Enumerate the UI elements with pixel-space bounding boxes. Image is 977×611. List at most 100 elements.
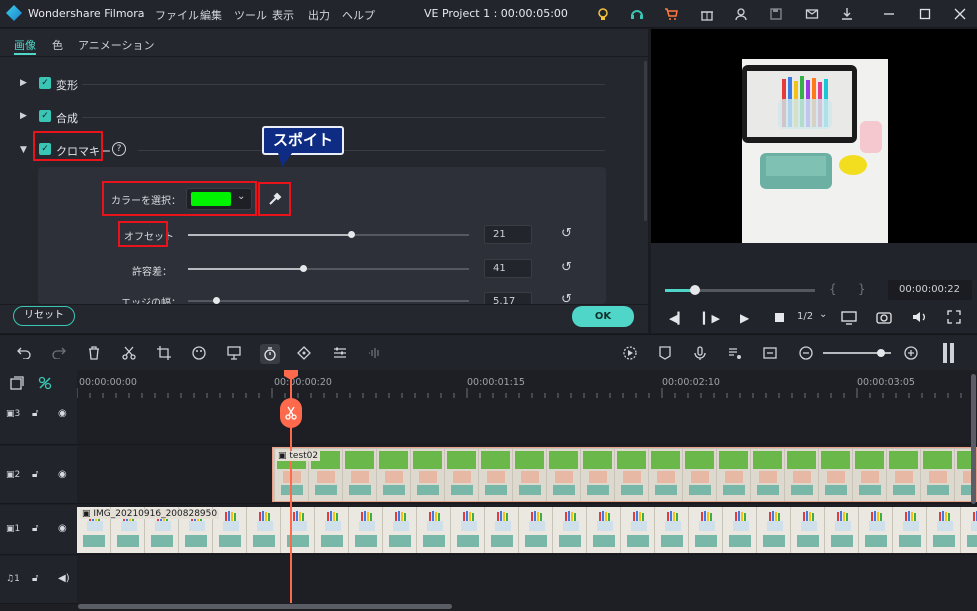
- fullscreen-icon[interactable]: [947, 310, 961, 327]
- expand-arrow-icon[interactable]: ▶: [20, 111, 27, 121]
- expand-arrow-icon[interactable]: ▶: [20, 78, 27, 88]
- zoom-slider-knob[interactable]: [877, 349, 885, 357]
- volume-icon[interactable]: [912, 310, 928, 327]
- help-icon[interactable]: ?: [112, 142, 126, 156]
- split-scissors-icon[interactable]: [280, 398, 302, 428]
- track-lane-a1[interactable]: [77, 556, 977, 604]
- panel-scrollbar[interactable]: [644, 61, 647, 221]
- timeline-horizontal-scrollbar[interactable]: [78, 604, 452, 609]
- headset-icon[interactable]: [628, 5, 646, 23]
- monitor-icon[interactable]: [841, 311, 857, 328]
- mark-out-icon[interactable]: }: [858, 282, 866, 296]
- edge-width-slider[interactable]: [188, 300, 469, 302]
- menu-tools[interactable]: ツール: [234, 7, 267, 23]
- maximize-icon[interactable]: [916, 5, 934, 23]
- snapshot-icon[interactable]: [876, 310, 892, 327]
- adjust-icon[interactable]: [331, 344, 349, 362]
- ok-button[interactable]: OK: [572, 306, 634, 327]
- timeline-vertical-scrollbar[interactable]: [971, 374, 976, 504]
- green-screen-icon[interactable]: [225, 344, 243, 362]
- pause-bar-icon[interactable]: [943, 343, 947, 363]
- clip-thumbnail: [887, 449, 920, 501]
- tolerance-value[interactable]: 41: [484, 259, 532, 278]
- pip-icon[interactable]: [761, 344, 779, 362]
- eye-icon[interactable]: ◉: [58, 408, 67, 419]
- menu-help[interactable]: ヘルプ: [342, 7, 375, 23]
- lock-icon[interactable]: 🔓︎: [32, 469, 38, 480]
- checkbox-transform[interactable]: ✓: [39, 77, 51, 89]
- menu-view[interactable]: 表示: [272, 7, 294, 23]
- scissors-icon[interactable]: [120, 344, 138, 362]
- mark-in-icon[interactable]: {: [829, 282, 837, 296]
- menu-export[interactable]: 出力: [308, 7, 330, 23]
- download-icon[interactable]: [838, 5, 856, 23]
- audio-wave-icon[interactable]: [366, 344, 384, 362]
- section-transform[interactable]: ▶ ✓ 変形: [20, 74, 610, 94]
- pause-bar-icon[interactable]: [950, 343, 954, 363]
- track-lane-v3[interactable]: [77, 398, 977, 445]
- reset-button[interactable]: リセット: [13, 306, 75, 326]
- lock-icon[interactable]: 🔓︎: [32, 408, 38, 419]
- minimize-icon[interactable]: [880, 5, 898, 23]
- clip-thumbnail: [281, 507, 314, 553]
- playback-progress-knob[interactable]: [690, 285, 700, 295]
- track-header-a1: ♫1 🔓︎ ◀): [0, 556, 77, 604]
- zoom-out-icon[interactable]: [797, 344, 815, 362]
- video-clip-img[interactable]: ▣ IMG_20210916_200828950: [77, 507, 977, 553]
- account-icon[interactable]: [732, 5, 750, 23]
- reset-edge-icon[interactable]: ↺: [561, 292, 572, 304]
- offset-value[interactable]: 21: [484, 225, 532, 244]
- gift-icon[interactable]: [698, 5, 716, 23]
- close-icon[interactable]: [951, 5, 969, 23]
- lightbulb-icon[interactable]: [594, 5, 612, 23]
- speed-timer-icon[interactable]: [260, 344, 280, 364]
- track-header-v3: ▣3 🔓︎ ◉: [0, 398, 77, 445]
- offset-slider-knob[interactable]: [348, 231, 355, 238]
- color-palette-icon[interactable]: [190, 344, 208, 362]
- edge-width-slider-knob[interactable]: [213, 297, 220, 304]
- quality-select[interactable]: 1/2: [797, 311, 813, 322]
- tolerance-slider-knob[interactable]: [300, 265, 307, 272]
- video-clip-test02[interactable]: ▣ test02: [272, 447, 977, 502]
- next-frame-icon[interactable]: ▎▶: [703, 312, 720, 325]
- crop-icon[interactable]: [155, 344, 173, 362]
- tab-color[interactable]: 色: [52, 37, 63, 53]
- delete-icon[interactable]: [85, 344, 103, 362]
- eye-icon[interactable]: ◉: [58, 523, 67, 534]
- clip-thumbnail: [485, 507, 518, 553]
- undo-icon[interactable]: [15, 344, 33, 362]
- checkbox-composite[interactable]: ✓: [39, 110, 51, 122]
- chevron-down-icon[interactable]: ⌄: [819, 309, 827, 320]
- reset-offset-icon[interactable]: ↺: [561, 226, 572, 241]
- section-composite[interactable]: ▶ ✓ 合成: [20, 107, 610, 127]
- link-icon[interactable]: [38, 376, 52, 393]
- lock-icon[interactable]: 🔓︎: [32, 573, 38, 584]
- save-icon[interactable]: [767, 5, 785, 23]
- lock-icon[interactable]: 🔓︎: [32, 523, 38, 534]
- property-tabs: 画像 色 アニメーション: [0, 29, 648, 57]
- edge-width-value[interactable]: 5.17: [484, 292, 532, 304]
- play-icon[interactable]: ▶: [740, 311, 749, 325]
- render-icon[interactable]: [621, 344, 639, 362]
- zoom-in-icon[interactable]: [902, 344, 920, 362]
- menu-file[interactable]: ファイル: [155, 7, 199, 23]
- menu-edit[interactable]: 編集: [200, 7, 222, 23]
- keyframe-icon[interactable]: [295, 344, 313, 362]
- reset-tolerance-icon[interactable]: ↺: [561, 260, 572, 275]
- tab-animation[interactable]: アニメーション: [78, 37, 155, 53]
- tab-image[interactable]: 画像: [14, 37, 36, 53]
- redo-icon[interactable]: [50, 344, 68, 362]
- voiceover-icon[interactable]: [726, 344, 744, 362]
- microphone-icon[interactable]: [691, 344, 709, 362]
- previous-frame-icon[interactable]: ◀▎: [669, 312, 686, 325]
- cart-icon[interactable]: [662, 5, 680, 23]
- stop-icon[interactable]: [775, 313, 784, 322]
- mail-icon[interactable]: [803, 5, 821, 23]
- marker-icon[interactable]: [656, 344, 674, 362]
- add-track-icon[interactable]: [10, 376, 24, 393]
- speaker-icon[interactable]: ◀): [58, 573, 70, 584]
- eye-icon[interactable]: ◉: [58, 469, 67, 480]
- timeline-ruler[interactable]: 00:00:00:00 00:00:00:20 00:00:01:15 00:0…: [77, 370, 977, 398]
- collapse-arrow-icon[interactable]: ▼: [20, 145, 27, 155]
- app-title: Wondershare Filmora: [28, 7, 145, 20]
